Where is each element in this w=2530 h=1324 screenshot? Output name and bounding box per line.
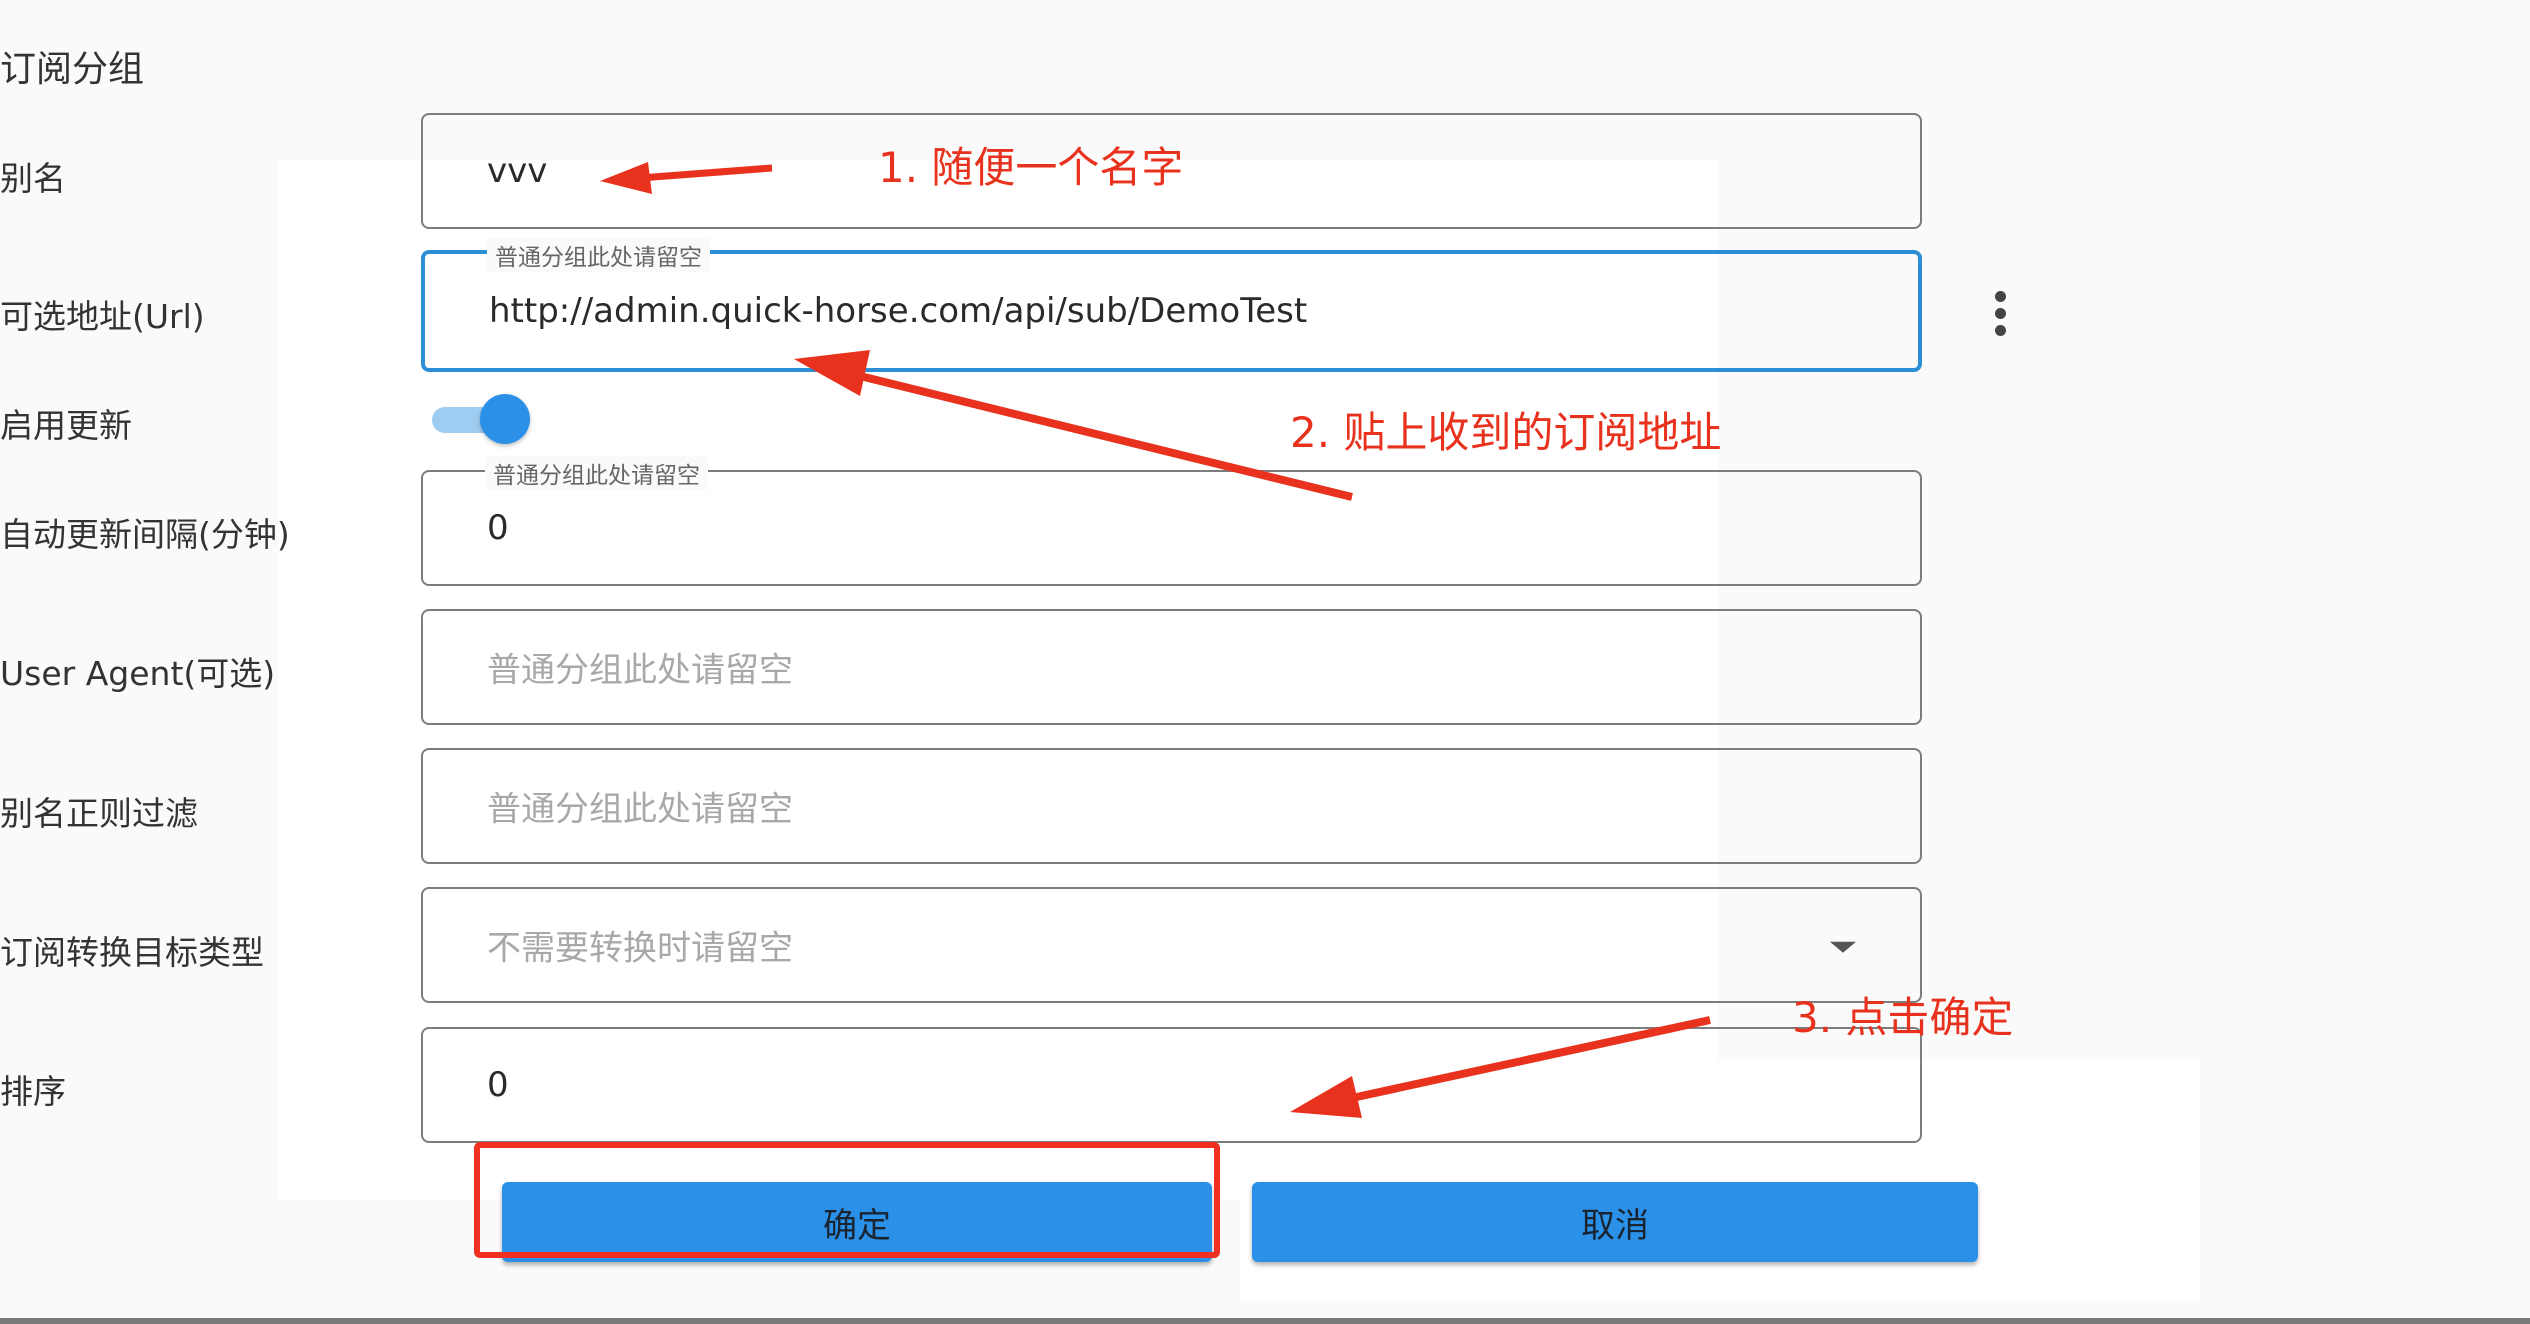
annotation-arrow-2 [794,350,1353,501]
window-bottom-border [0,1318,2530,1324]
annotation-arrows [600,162,1711,1118]
annotation-step-2: 2. 贴上收到的订阅地址 [1290,408,1722,457]
annotation-arrow-3 [1290,1016,1711,1118]
annotation-step-1: 1. 随便一个名字 [878,143,1184,192]
annotation-arrow-1 [600,162,773,194]
annotation-step-3: 3. 点击确定 [1792,993,2014,1042]
